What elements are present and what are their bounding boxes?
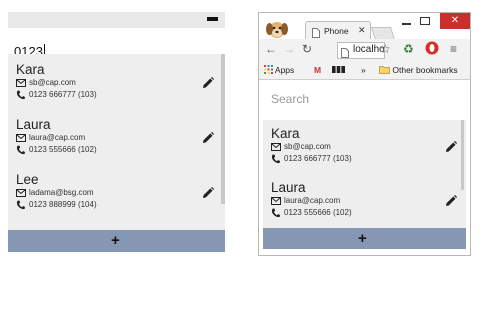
scrollbar[interactable] bbox=[221, 54, 225, 204]
apps-grid-icon bbox=[264, 65, 273, 74]
contact-email: sb@cap.com bbox=[284, 142, 331, 151]
contact-name: Kara bbox=[271, 126, 300, 141]
page-viewport: Search Kara sb@cap.com 0123 666777 (103)… bbox=[259, 80, 470, 255]
browser-window: Phone ✕ ✕ ← → ↻ localhost ☆ ♻ ≡ Apps M bbox=[258, 12, 471, 256]
browser-toolbar: ← → ↻ localhost ☆ ♻ ≡ bbox=[259, 39, 470, 61]
envelope-icon bbox=[271, 143, 284, 151]
phone-icon bbox=[16, 200, 29, 210]
pencil-icon[interactable] bbox=[445, 194, 457, 212]
pencil-icon[interactable] bbox=[202, 76, 214, 94]
contact-name: Kara bbox=[16, 62, 45, 77]
page-icon bbox=[341, 45, 349, 58]
envelope-icon bbox=[16, 79, 29, 87]
contact-name: Laura bbox=[16, 117, 51, 132]
search-input[interactable]: Search bbox=[263, 82, 466, 110]
plus-icon: + bbox=[358, 230, 367, 247]
contact-phone: 0123 555666 (102) bbox=[29, 145, 97, 154]
pencil-icon[interactable] bbox=[445, 140, 457, 158]
recycle-icon[interactable]: ♻ bbox=[403, 42, 414, 56]
envelope-icon bbox=[16, 134, 29, 142]
pencil-icon[interactable] bbox=[202, 131, 214, 149]
phone-icon bbox=[16, 145, 29, 155]
tab-strip: Phone ✕ ✕ bbox=[259, 13, 470, 40]
contact-name: Lee bbox=[16, 172, 39, 187]
minimize-icon[interactable] bbox=[207, 17, 218, 21]
plus-icon: + bbox=[111, 232, 120, 249]
bbc-icon[interactable] bbox=[332, 65, 345, 75]
menu-icon[interactable]: ≡ bbox=[450, 42, 457, 56]
search-placeholder: Search bbox=[271, 92, 310, 106]
close-icon[interactable]: ✕ bbox=[358, 25, 366, 36]
bookmark-other[interactable]: Other bookmarks bbox=[379, 65, 458, 75]
contact-list: Kara sb@cap.com 0123 666777 (103) Laura … bbox=[263, 120, 466, 228]
contact-phone: 0123 666777 (103) bbox=[284, 154, 352, 163]
contact-item[interactable]: Laura laura@cap.com 0123 555666 (102) bbox=[271, 180, 352, 219]
contact-email: laura@cap.com bbox=[29, 133, 86, 142]
bookmark-other-label: Other bookmarks bbox=[392, 65, 458, 75]
phone-icon bbox=[271, 154, 284, 164]
forward-arrow-icon[interactable]: → bbox=[283, 42, 295, 56]
envelope-icon bbox=[16, 189, 29, 197]
contact-item[interactable]: Kara sb@cap.com 0123 666777 (103) bbox=[16, 62, 97, 101]
window-minimize-icon[interactable] bbox=[402, 23, 411, 25]
star-icon[interactable]: ☆ bbox=[380, 42, 391, 56]
window-close-button[interactable]: ✕ bbox=[440, 13, 470, 29]
contact-phone: 0123 888999 (104) bbox=[29, 200, 97, 209]
back-arrow-icon[interactable]: ← bbox=[265, 42, 277, 56]
bookmarks-overflow[interactable]: » bbox=[361, 65, 366, 75]
tab-title: Phone bbox=[324, 26, 349, 36]
contact-phone: 0123 555666 (102) bbox=[284, 208, 352, 217]
contact-email: ladama@bsg.com bbox=[29, 188, 94, 197]
contact-email: laura@cap.com bbox=[284, 196, 341, 205]
address-bar[interactable]: localhost bbox=[337, 42, 385, 59]
app-panel: 0123 Kara sb@cap.com 0123 666777 (103) L… bbox=[8, 12, 225, 252]
add-contact-button[interactable]: + bbox=[8, 230, 225, 252]
app-top-bar bbox=[8, 12, 225, 28]
phone-icon bbox=[271, 208, 284, 218]
contact-item[interactable]: Lee ladama@bsg.com 0123 888999 (104) bbox=[16, 172, 97, 211]
scrollbar[interactable] bbox=[461, 120, 464, 190]
contact-item[interactable]: Kara sb@cap.com 0123 666777 (103) bbox=[271, 126, 352, 165]
add-contact-button[interactable]: + bbox=[263, 228, 466, 249]
phone-icon bbox=[16, 90, 29, 100]
window-maximize-icon[interactable] bbox=[420, 17, 430, 25]
contact-list: Kara sb@cap.com 0123 666777 (103) Laura … bbox=[8, 54, 225, 230]
folder-icon bbox=[379, 66, 390, 74]
bookmarks-bar: Apps M » Other bookmarks bbox=[259, 61, 470, 80]
contact-item[interactable]: Laura laura@cap.com 0123 555666 (102) bbox=[16, 117, 97, 156]
bookmark-apps[interactable]: Apps bbox=[264, 65, 294, 75]
contact-name: Laura bbox=[271, 180, 306, 195]
opera-icon[interactable] bbox=[425, 41, 439, 58]
bookmark-apps-label: Apps bbox=[274, 65, 295, 75]
contact-email: sb@cap.com bbox=[29, 78, 76, 87]
contact-phone: 0123 666777 (103) bbox=[29, 90, 97, 99]
gmail-icon[interactable]: M bbox=[314, 65, 321, 75]
pencil-icon[interactable] bbox=[202, 186, 214, 204]
tab-phone[interactable]: Phone ✕ bbox=[305, 21, 371, 40]
envelope-icon bbox=[271, 197, 284, 205]
reload-icon[interactable]: ↻ bbox=[302, 42, 312, 56]
dog-avatar-icon[interactable] bbox=[265, 18, 289, 40]
